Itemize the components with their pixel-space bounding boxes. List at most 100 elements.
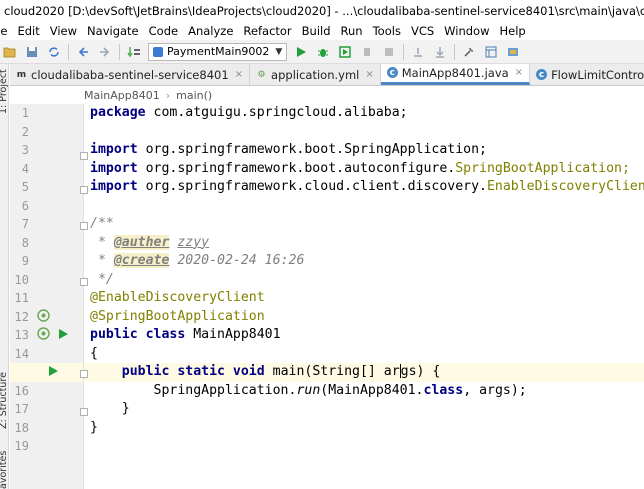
line-number: 9 [21, 254, 29, 268]
close-icon[interactable]: × [365, 69, 373, 80]
line-number: 16 [14, 383, 29, 398]
menu-window[interactable]: Window [439, 24, 494, 38]
back-arrow-icon[interactable] [75, 44, 91, 60]
line-number: 17 [14, 402, 29, 416]
code-line: @SpringBootApplication [90, 308, 265, 324]
code-line: { [90, 345, 98, 361]
code-line-current: public static void main(String[] args) { [84, 363, 644, 382]
spring-bean-icon[interactable] [37, 327, 50, 343]
main-toolbar: PaymentMain9002 ▼ [0, 40, 644, 64]
module-icon: m [16, 69, 27, 80]
debug-icon[interactable] [315, 44, 331, 60]
spring-bean-icon[interactable] [37, 309, 50, 325]
menu-navigate[interactable]: Navigate [82, 24, 144, 38]
run-configuration-select[interactable]: PaymentMain9002 ▼ [148, 42, 288, 61]
line-number: 4 [21, 161, 29, 176]
menu-analyze[interactable]: Analyze [183, 24, 238, 38]
project-tool-window-button[interactable]: 1: Project [0, 69, 9, 114]
settings-wrench-icon[interactable] [461, 44, 477, 60]
tab-label: cloudalibaba-sentinel-service8401 [31, 67, 229, 82]
line-number: 8 [21, 235, 29, 250]
run-configuration-label: PaymentMain9002 [167, 45, 270, 58]
left-tool-stripe: 1: Project Z: Structure avorites [0, 64, 9, 489]
breadcrumb-class[interactable]: MainApp8401 [84, 89, 160, 102]
line-number: 6 [21, 198, 29, 213]
line-number: 13 [14, 328, 29, 342]
menu-vcs[interactable]: VCS [406, 24, 439, 38]
tab-label: application.yml [271, 67, 360, 82]
coverage-icon[interactable] [337, 44, 353, 60]
line-number: 1 [21, 106, 29, 120]
yml-icon: ⚙ [257, 69, 266, 80]
code-line: /** [90, 216, 114, 231]
spring-boot-icon [153, 46, 163, 57]
code-line: * @auther zzyy [90, 234, 210, 250]
close-icon[interactable]: × [515, 67, 523, 78]
menu-file[interactable]: ile [0, 24, 12, 38]
menu-tools[interactable]: Tools [368, 24, 406, 38]
build-project-icon[interactable] [126, 44, 142, 60]
line-number: 5 [21, 180, 29, 194]
code-line: */ [90, 271, 114, 287]
title-bar: cloud2020 [D:\devSoft\JetBrains\IdeaProj… [0, 0, 644, 21]
stop-icon[interactable] [381, 44, 397, 60]
toolbar-separator [403, 43, 405, 60]
code-line: } [90, 401, 130, 416]
breadcrumb: MainApp8401 › main() [84, 86, 212, 104]
profile-icon[interactable] [359, 44, 375, 60]
forward-arrow-icon[interactable] [97, 44, 113, 60]
menu-refactor[interactable]: Refactor [238, 24, 296, 38]
tab-flowlimitcontroller[interactable]: c FlowLimitController.java × [530, 64, 644, 85]
update-running-app-icon[interactable] [410, 44, 426, 60]
run-main-method-icon[interactable] [48, 365, 59, 380]
code-line: import org.springframework.boot.SpringAp… [90, 142, 487, 157]
editor-tabs: m cloudalibaba-sentinel-service8401 × ⚙ … [10, 64, 644, 86]
line-number: 11 [14, 291, 29, 305]
menu-code[interactable]: Code [144, 24, 183, 38]
line-number: 10 [14, 272, 29, 287]
tab-mainapp8401[interactable]: c MainApp8401.java × [380, 64, 531, 85]
tab-label: MainApp8401.java [401, 65, 509, 80]
favorites-tool-window-button[interactable]: avorites [0, 451, 9, 489]
menu-view[interactable]: View [45, 24, 82, 38]
tab-application-yml[interactable]: ⚙ application.yml × [250, 64, 381, 85]
code-line: import org.springframework.cloud.client.… [90, 179, 644, 194]
menu-edit[interactable]: Edit [12, 24, 44, 38]
line-number: 18 [14, 420, 29, 435]
vcs-update-icon[interactable] [432, 44, 448, 60]
menu-build[interactable]: Build [297, 24, 336, 38]
run-icon[interactable] [293, 44, 309, 60]
line-number: 7 [21, 217, 29, 231]
line-number: 3 [21, 143, 29, 157]
project-structure-icon[interactable] [483, 44, 499, 60]
close-icon[interactable]: × [235, 69, 243, 80]
menu-bar: ile Edit View Navigate Code Analyze Refa… [0, 21, 644, 40]
menu-run[interactable]: Run [336, 24, 368, 38]
sync-icon[interactable] [46, 44, 62, 60]
open-folder-icon[interactable] [2, 44, 18, 60]
line-number: 19 [14, 439, 29, 453]
code-line: @EnableDiscoveryClient [90, 290, 265, 305]
editor-gutter[interactable]: 1 2 3 4 5 6 7 8 9 10 11 12 13 14 15 16 1… [10, 104, 88, 489]
code-line: SpringApplication.run(MainApp8401.class,… [90, 382, 527, 398]
line-number: 14 [14, 346, 29, 361]
window-title: cloud2020 [D:\devSoft\JetBrains\IdeaProj… [4, 3, 644, 18]
code-line: public class MainApp8401 [90, 327, 281, 342]
tab-module[interactable]: m cloudalibaba-sentinel-service8401 × [10, 64, 251, 85]
run-main-class-icon[interactable] [58, 328, 69, 343]
menu-help[interactable]: Help [495, 24, 531, 38]
class-icon: c [386, 67, 398, 78]
code-line: } [90, 419, 98, 435]
tab-label: FlowLimitController.java [551, 67, 644, 82]
line-number: 12 [14, 309, 29, 324]
toolbar-separator [454, 43, 456, 60]
fold-marker[interactable] [80, 370, 88, 378]
structure-tool-window-button[interactable]: Z: Structure [0, 372, 9, 429]
class-icon: c [536, 69, 548, 80]
breadcrumb-separator: › [165, 88, 171, 102]
sdk-icon[interactable] [505, 44, 521, 60]
save-all-icon[interactable] [24, 44, 40, 60]
code-editor[interactable]: package com.atguigu.springcloud.alibaba;… [84, 104, 644, 489]
toolbar-separator [68, 43, 69, 60]
breadcrumb-method[interactable]: main() [176, 89, 212, 102]
